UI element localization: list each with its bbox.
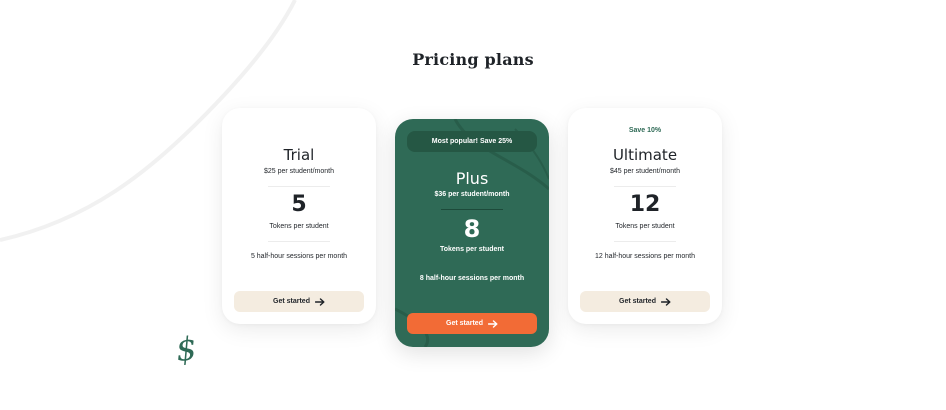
plan-card-ultimate: Save 10% Ultimate $45 per student/month … bbox=[568, 108, 722, 324]
button-label: Get started bbox=[619, 298, 656, 305]
get-started-button-ultimate[interactable]: Get started bbox=[580, 291, 710, 312]
button-label: Get started bbox=[273, 298, 310, 305]
sessions-text: 12 half-hour sessions per month bbox=[595, 253, 695, 260]
tokens-count: 8 bbox=[463, 215, 481, 243]
plan-card-plus: Most popular! Save 25% Plus $36 per stud… bbox=[395, 119, 549, 347]
tokens-label: Tokens per student bbox=[269, 223, 329, 230]
save-badge: Save 10% bbox=[628, 127, 662, 134]
get-started-button-plus[interactable]: Get started bbox=[407, 313, 537, 334]
plan-price: $45 per student/month bbox=[609, 168, 681, 175]
sessions-text: 8 half-hour sessions per month bbox=[419, 275, 525, 282]
sessions-text: 5 half-hour sessions per month bbox=[250, 253, 348, 260]
tokens-label: Tokens per student bbox=[439, 246, 505, 253]
arrow-right-icon bbox=[314, 297, 325, 306]
divider bbox=[441, 209, 503, 210]
divider bbox=[614, 241, 676, 242]
dollar-sign-icon: $ bbox=[174, 329, 199, 369]
plan-price: $36 per student/month bbox=[434, 191, 510, 198]
plan-name: Plus bbox=[455, 169, 489, 188]
tokens-count: 12 bbox=[629, 192, 661, 217]
page-title: Pricing plans bbox=[412, 50, 534, 69]
tokens-label: Tokens per student bbox=[615, 223, 675, 230]
button-label: Get started bbox=[446, 320, 483, 327]
most-popular-badge: Most popular! Save 25% bbox=[407, 131, 537, 152]
plan-price: $25 per student/month bbox=[263, 168, 335, 175]
tokens-count: 5 bbox=[291, 192, 307, 217]
divider bbox=[614, 186, 676, 187]
plan-name: Ultimate bbox=[612, 146, 678, 164]
arrow-right-icon bbox=[487, 319, 498, 328]
plan-name: Trial bbox=[283, 146, 315, 164]
get-started-button-trial[interactable]: Get started bbox=[234, 291, 364, 312]
divider bbox=[268, 241, 330, 242]
divider bbox=[268, 186, 330, 187]
arrow-right-icon bbox=[660, 297, 671, 306]
plan-card-trial: Trial $25 per student/month 5 Tokens per… bbox=[222, 108, 376, 324]
